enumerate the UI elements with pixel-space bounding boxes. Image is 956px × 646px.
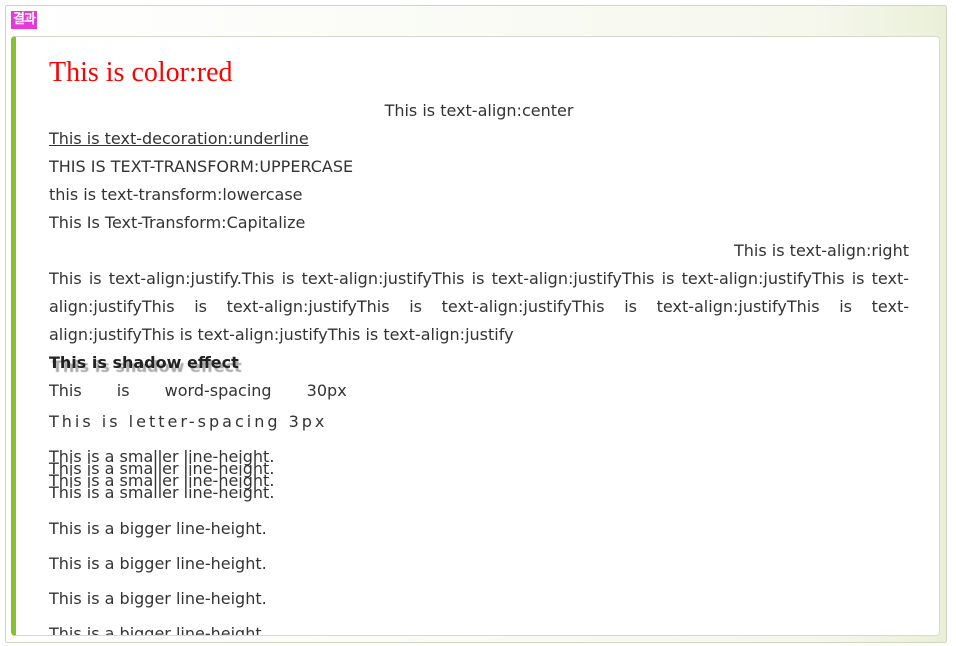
bigger-line-height-line: This is a bigger line-height. [49, 624, 267, 636]
word-spacing-text-line: This is word-spacing 30px [49, 381, 347, 400]
shadow-text-line: This is shadow effect [49, 353, 239, 372]
bigger-line-height-line: This is a bigger line-height. [49, 554, 267, 573]
right-text-line: This is text-align:right [734, 241, 909, 260]
smaller-line-height-line: This is a smaller line-height. [49, 483, 275, 502]
capitalize-text-line: This is text-transform:capitalize [49, 213, 306, 232]
bigger-line-height-line: This is a bigger line-height. [49, 519, 267, 538]
uppercase-text-line: This is text-transform:uppercase [49, 157, 354, 176]
lowercase-text-line: This is text-transform:lowercase [49, 185, 303, 204]
red-text-line: This is color:red [49, 57, 233, 88]
bigger-line-height-line: This is a bigger line-height. [49, 589, 267, 608]
smaller-line-height-group: This is a smaller line-height. This is a… [49, 449, 909, 502]
underline-text-line: This is text-decoration:underline [49, 129, 309, 148]
result-badge: 결과 [11, 11, 37, 29]
bigger-line-height-group: This is a bigger line-height. This is a … [49, 511, 909, 636]
letter-spacing-text: This is letter-spacing 3px [49, 412, 328, 431]
justify-text-paragraph: This is text-align:justify.This is text-… [49, 269, 909, 344]
center-text-line: This is text-align:center [384, 101, 574, 120]
result-panel: This is color:red This is text-align:cen… [11, 36, 940, 636]
